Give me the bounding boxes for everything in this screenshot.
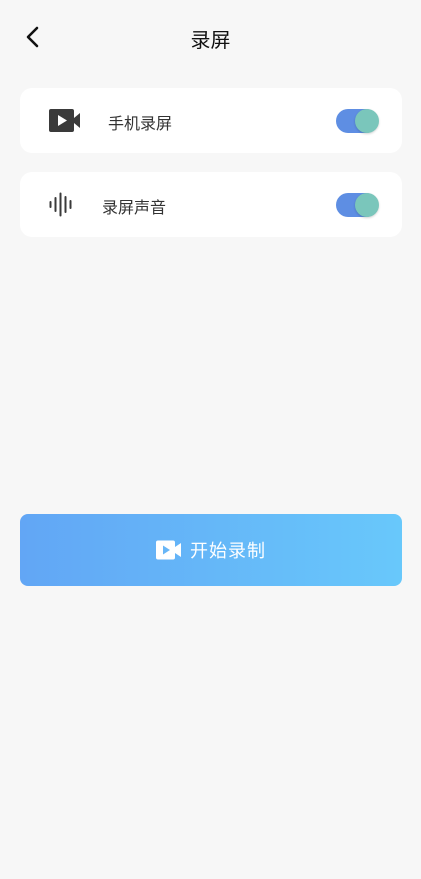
- screen-record-page: 录屏 手机录屏 录屏声音 开始录制: [0, 0, 421, 879]
- video-camera-icon: [156, 540, 182, 560]
- start-recording-label: 开始录制: [190, 541, 266, 562]
- toggle-knob: [355, 109, 379, 133]
- sound-wave-icon: [49, 192, 75, 217]
- screen-record-toggle[interactable]: [336, 109, 379, 133]
- header: 录屏: [0, 0, 421, 78]
- video-recorder-icon: [49, 108, 81, 133]
- record-audio-toggle[interactable]: [336, 193, 379, 217]
- setting-label: 录屏声音: [102, 198, 167, 217]
- setting-row-record-audio: 录屏声音: [20, 172, 402, 237]
- toggle-knob: [355, 193, 379, 217]
- page-title: 录屏: [190, 28, 231, 52]
- setting-label: 手机录屏: [108, 114, 173, 133]
- setting-row-screen-record: 手机录屏: [20, 88, 402, 153]
- start-recording-button[interactable]: 开始录制: [20, 514, 402, 586]
